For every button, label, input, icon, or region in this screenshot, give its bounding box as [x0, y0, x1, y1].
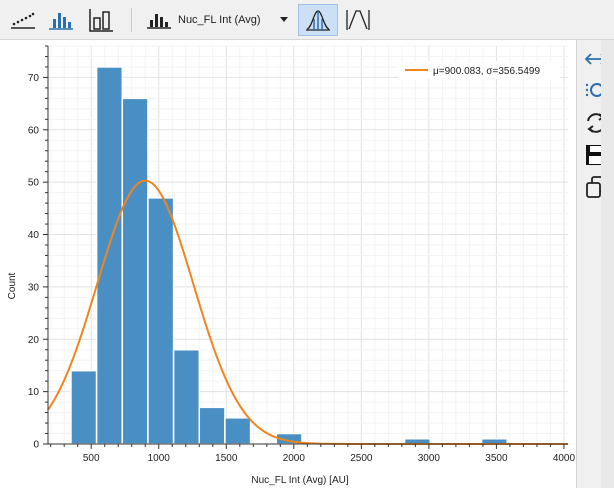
- channel-select[interactable]: Nuc_FL Int (Avg): [146, 4, 296, 36]
- peak-curve-button[interactable]: [342, 4, 374, 36]
- chart-area[interactable]: 500 1000 1500 2000 2500 3000 3500 4000 0 10 20 30 40…: [0, 40, 576, 488]
- histogram-bar[interactable]: [198, 406, 226, 445]
- scatter-plot-button[interactable]: [6, 4, 40, 36]
- gaussian-fit-icon: [306, 10, 330, 31]
- histogram-bar[interactable]: [224, 417, 252, 445]
- toolbar-separator: [131, 8, 132, 32]
- y-tick-label: 30: [28, 282, 40, 293]
- x-tick-label: 1500: [215, 453, 238, 464]
- bar-chart-button[interactable]: [84, 4, 118, 36]
- gaussian-fit-button[interactable]: [298, 4, 338, 36]
- legend-label: μ=900.083, σ=356.5499: [433, 66, 540, 77]
- chevron-down-icon[interactable]: [280, 17, 288, 22]
- x-tick-label: 3500: [485, 453, 508, 464]
- histogram-icon: [49, 13, 73, 30]
- scatter-plot-icon: [11, 12, 35, 29]
- y-tick-label: 70: [28, 73, 40, 84]
- y-tick-label: 60: [28, 125, 40, 136]
- histogram-bar[interactable]: [95, 66, 124, 445]
- histogram-chart[interactable]: 500 1000 1500 2000 2500 3000 3500 4000 0 10 20 30 40…: [0, 40, 576, 488]
- y-tick-label: 50: [28, 178, 40, 189]
- histogram-button[interactable]: [44, 4, 78, 36]
- histogram-bar[interactable]: [70, 369, 98, 445]
- y-tick-label: 20: [28, 335, 40, 346]
- histogram-bar[interactable]: [172, 348, 201, 445]
- y-axis-title: Count: [7, 272, 18, 299]
- x-tick-label: 3000: [418, 453, 441, 464]
- bar-chart-icon: [89, 9, 113, 32]
- histogram-bar[interactable]: [121, 97, 149, 445]
- x-tick-label: 1000: [148, 453, 171, 464]
- channel-select-value: Nuc_FL Int (Avg): [178, 14, 261, 26]
- histogram-icon: [147, 14, 171, 29]
- y-tick-label: 10: [28, 387, 40, 398]
- peak-curve-icon: [346, 10, 370, 30]
- vertical-scrollbar[interactable]: [601, 40, 614, 488]
- x-tick-label: 500: [83, 453, 100, 464]
- toolbar: Nuc_FL Int (Avg): [0, 0, 614, 40]
- x-axis-title: Nuc_FL Int (Avg) [AU]: [251, 475, 348, 486]
- x-tick-label: 2500: [350, 453, 373, 464]
- x-tick-label: 4000: [553, 453, 576, 464]
- x-tick-label: 2000: [283, 453, 306, 464]
- y-tick-label: 40: [28, 230, 40, 241]
- y-tick-label: 0: [33, 440, 39, 451]
- histogram-bar[interactable]: [147, 197, 175, 445]
